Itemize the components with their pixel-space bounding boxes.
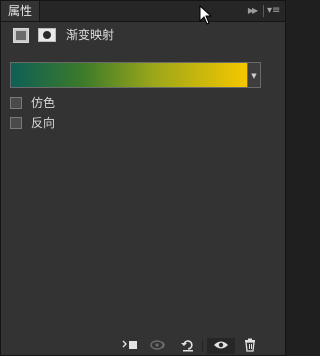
gradient-dropdown-button[interactable]: ▼ (248, 62, 261, 88)
adjustment-layer-icon[interactable] (13, 28, 29, 43)
previous-state-eye-icon (150, 340, 165, 350)
adjustment-title: 渐变映射 (66, 28, 115, 42)
delete-button[interactable] (241, 338, 259, 354)
dither-label: 仿色 (31, 96, 56, 110)
toggle-visibility-button[interactable] (207, 338, 235, 354)
reset-button[interactable] (179, 338, 197, 354)
view-previous-state-button[interactable] (149, 338, 167, 354)
clip-to-layer-button[interactable] (121, 338, 139, 354)
toolbar-divider (202, 340, 203, 352)
reset-icon (181, 340, 193, 352)
reverse-checkbox[interactable] (10, 117, 22, 129)
collapse-panel-button[interactable]: ▶▶ (245, 5, 259, 17)
layer-mask-icon[interactable] (38, 28, 56, 42)
panel-tab-bar: 属性 ▶▶ ▾≡ (1, 1, 285, 25)
trash-icon (245, 338, 255, 352)
dither-checkbox[interactable] (10, 97, 22, 109)
clip-to-layer-icon (122, 340, 137, 349)
gradient-preview[interactable] (10, 62, 248, 88)
eye-icon (214, 341, 228, 349)
tab-bar-divider (263, 5, 264, 17)
properties-panel: 属性 ▶▶ ▾≡ 渐变映射 ▼ 仿色 反向 (0, 0, 286, 356)
tab-properties[interactable]: 属性 (1, 1, 40, 21)
reverse-label: 反向 (31, 116, 56, 130)
panel-menu-icon[interactable]: ▾≡ (267, 5, 283, 17)
panel-bottom-toolbar (1, 337, 285, 355)
adjustment-header: 渐变映射 (1, 21, 285, 49)
gradient-picker: ▼ (10, 62, 261, 88)
